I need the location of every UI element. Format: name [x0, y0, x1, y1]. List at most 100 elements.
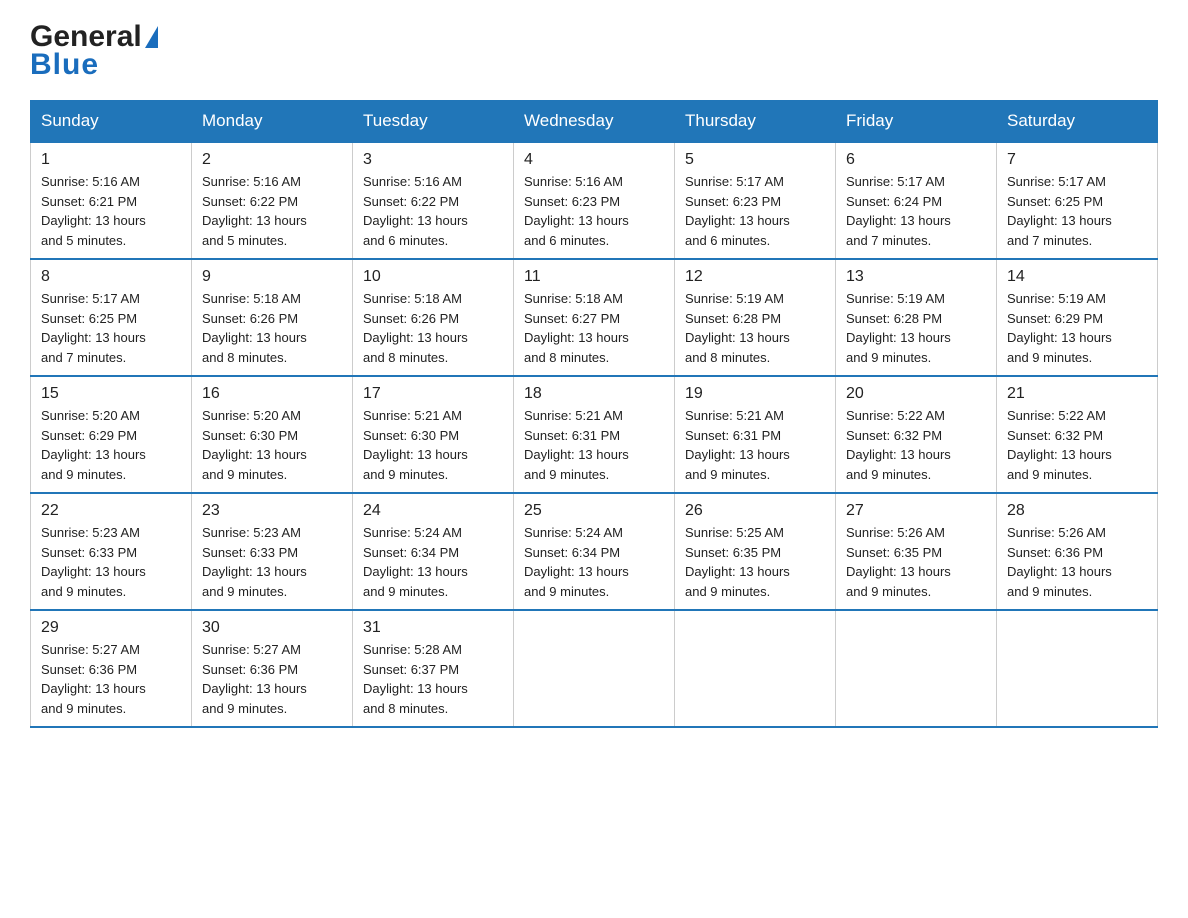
calendar-cell: 28 Sunrise: 5:26 AM Sunset: 6:36 PM Dayl… — [997, 493, 1158, 610]
day-info: Sunrise: 5:21 AM Sunset: 6:31 PM Dayligh… — [524, 406, 664, 484]
day-number: 15 — [41, 385, 181, 403]
day-info: Sunrise: 5:20 AM Sunset: 6:29 PM Dayligh… — [41, 406, 181, 484]
calendar-cell: 29 Sunrise: 5:27 AM Sunset: 6:36 PM Dayl… — [31, 610, 192, 727]
header-thursday: Thursday — [675, 101, 836, 143]
day-number: 3 — [363, 151, 503, 169]
day-info: Sunrise: 5:22 AM Sunset: 6:32 PM Dayligh… — [1007, 406, 1147, 484]
calendar-cell: 25 Sunrise: 5:24 AM Sunset: 6:34 PM Dayl… — [514, 493, 675, 610]
day-number: 10 — [363, 268, 503, 286]
logo-blue-text: Blue — [30, 48, 99, 82]
day-info: Sunrise: 5:27 AM Sunset: 6:36 PM Dayligh… — [41, 640, 181, 718]
calendar-cell — [514, 610, 675, 727]
calendar-cell: 15 Sunrise: 5:20 AM Sunset: 6:29 PM Dayl… — [31, 376, 192, 493]
calendar-cell — [997, 610, 1158, 727]
calendar-cell: 24 Sunrise: 5:24 AM Sunset: 6:34 PM Dayl… — [353, 493, 514, 610]
day-info: Sunrise: 5:24 AM Sunset: 6:34 PM Dayligh… — [363, 523, 503, 601]
calendar-cell: 7 Sunrise: 5:17 AM Sunset: 6:25 PM Dayli… — [997, 142, 1158, 259]
calendar-cell: 19 Sunrise: 5:21 AM Sunset: 6:31 PM Dayl… — [675, 376, 836, 493]
day-info: Sunrise: 5:21 AM Sunset: 6:30 PM Dayligh… — [363, 406, 503, 484]
day-info: Sunrise: 5:20 AM Sunset: 6:30 PM Dayligh… — [202, 406, 342, 484]
day-number: 23 — [202, 502, 342, 520]
day-number: 4 — [524, 151, 664, 169]
header-wednesday: Wednesday — [514, 101, 675, 143]
day-info: Sunrise: 5:17 AM Sunset: 6:23 PM Dayligh… — [685, 172, 825, 250]
header-sunday: Sunday — [31, 101, 192, 143]
day-info: Sunrise: 5:26 AM Sunset: 6:36 PM Dayligh… — [1007, 523, 1147, 601]
calendar-week-row: 8 Sunrise: 5:17 AM Sunset: 6:25 PM Dayli… — [31, 259, 1158, 376]
day-info: Sunrise: 5:17 AM Sunset: 6:25 PM Dayligh… — [41, 289, 181, 367]
day-number: 12 — [685, 268, 825, 286]
calendar-cell: 9 Sunrise: 5:18 AM Sunset: 6:26 PM Dayli… — [192, 259, 353, 376]
day-info: Sunrise: 5:16 AM Sunset: 6:22 PM Dayligh… — [363, 172, 503, 250]
day-number: 7 — [1007, 151, 1147, 169]
calendar-cell: 11 Sunrise: 5:18 AM Sunset: 6:27 PM Dayl… — [514, 259, 675, 376]
calendar-header-row: SundayMondayTuesdayWednesdayThursdayFrid… — [31, 101, 1158, 143]
day-number: 9 — [202, 268, 342, 286]
day-number: 20 — [846, 385, 986, 403]
day-number: 18 — [524, 385, 664, 403]
day-number: 11 — [524, 268, 664, 286]
calendar-week-row: 1 Sunrise: 5:16 AM Sunset: 6:21 PM Dayli… — [31, 142, 1158, 259]
calendar-cell: 1 Sunrise: 5:16 AM Sunset: 6:21 PM Dayli… — [31, 142, 192, 259]
day-info: Sunrise: 5:28 AM Sunset: 6:37 PM Dayligh… — [363, 640, 503, 718]
day-number: 21 — [1007, 385, 1147, 403]
calendar-cell: 31 Sunrise: 5:28 AM Sunset: 6:37 PM Dayl… — [353, 610, 514, 727]
calendar-cell: 18 Sunrise: 5:21 AM Sunset: 6:31 PM Dayl… — [514, 376, 675, 493]
calendar-cell: 13 Sunrise: 5:19 AM Sunset: 6:28 PM Dayl… — [836, 259, 997, 376]
day-number: 17 — [363, 385, 503, 403]
day-number: 30 — [202, 619, 342, 637]
day-number: 26 — [685, 502, 825, 520]
day-number: 31 — [363, 619, 503, 637]
calendar-cell: 5 Sunrise: 5:17 AM Sunset: 6:23 PM Dayli… — [675, 142, 836, 259]
calendar-cell: 30 Sunrise: 5:27 AM Sunset: 6:36 PM Dayl… — [192, 610, 353, 727]
day-info: Sunrise: 5:16 AM Sunset: 6:23 PM Dayligh… — [524, 172, 664, 250]
day-number: 29 — [41, 619, 181, 637]
day-info: Sunrise: 5:19 AM Sunset: 6:28 PM Dayligh… — [846, 289, 986, 367]
calendar-cell: 8 Sunrise: 5:17 AM Sunset: 6:25 PM Dayli… — [31, 259, 192, 376]
day-number: 19 — [685, 385, 825, 403]
day-info: Sunrise: 5:16 AM Sunset: 6:21 PM Dayligh… — [41, 172, 181, 250]
calendar-cell: 22 Sunrise: 5:23 AM Sunset: 6:33 PM Dayl… — [31, 493, 192, 610]
day-info: Sunrise: 5:22 AM Sunset: 6:32 PM Dayligh… — [846, 406, 986, 484]
calendar-cell: 14 Sunrise: 5:19 AM Sunset: 6:29 PM Dayl… — [997, 259, 1158, 376]
calendar-cell: 3 Sunrise: 5:16 AM Sunset: 6:22 PM Dayli… — [353, 142, 514, 259]
day-info: Sunrise: 5:21 AM Sunset: 6:31 PM Dayligh… — [685, 406, 825, 484]
logo: General Blue — [30, 20, 158, 82]
calendar-cell: 21 Sunrise: 5:22 AM Sunset: 6:32 PM Dayl… — [997, 376, 1158, 493]
day-info: Sunrise: 5:27 AM Sunset: 6:36 PM Dayligh… — [202, 640, 342, 718]
day-info: Sunrise: 5:26 AM Sunset: 6:35 PM Dayligh… — [846, 523, 986, 601]
logo-triangle-icon — [145, 26, 158, 48]
day-info: Sunrise: 5:16 AM Sunset: 6:22 PM Dayligh… — [202, 172, 342, 250]
day-info: Sunrise: 5:25 AM Sunset: 6:35 PM Dayligh… — [685, 523, 825, 601]
header-tuesday: Tuesday — [353, 101, 514, 143]
day-number: 5 — [685, 151, 825, 169]
calendar-cell — [675, 610, 836, 727]
day-number: 8 — [41, 268, 181, 286]
calendar-cell: 10 Sunrise: 5:18 AM Sunset: 6:26 PM Dayl… — [353, 259, 514, 376]
day-info: Sunrise: 5:17 AM Sunset: 6:24 PM Dayligh… — [846, 172, 986, 250]
day-number: 13 — [846, 268, 986, 286]
day-number: 1 — [41, 151, 181, 169]
day-number: 16 — [202, 385, 342, 403]
calendar-cell: 16 Sunrise: 5:20 AM Sunset: 6:30 PM Dayl… — [192, 376, 353, 493]
day-info: Sunrise: 5:24 AM Sunset: 6:34 PM Dayligh… — [524, 523, 664, 601]
calendar-cell: 20 Sunrise: 5:22 AM Sunset: 6:32 PM Dayl… — [836, 376, 997, 493]
header-saturday: Saturday — [997, 101, 1158, 143]
day-info: Sunrise: 5:23 AM Sunset: 6:33 PM Dayligh… — [41, 523, 181, 601]
calendar-cell: 27 Sunrise: 5:26 AM Sunset: 6:35 PM Dayl… — [836, 493, 997, 610]
day-number: 27 — [846, 502, 986, 520]
day-info: Sunrise: 5:18 AM Sunset: 6:26 PM Dayligh… — [363, 289, 503, 367]
calendar-cell: 4 Sunrise: 5:16 AM Sunset: 6:23 PM Dayli… — [514, 142, 675, 259]
calendar-cell: 2 Sunrise: 5:16 AM Sunset: 6:22 PM Dayli… — [192, 142, 353, 259]
day-number: 22 — [41, 502, 181, 520]
header-friday: Friday — [836, 101, 997, 143]
calendar-cell: 6 Sunrise: 5:17 AM Sunset: 6:24 PM Dayli… — [836, 142, 997, 259]
day-number: 2 — [202, 151, 342, 169]
header-monday: Monday — [192, 101, 353, 143]
calendar-week-row: 22 Sunrise: 5:23 AM Sunset: 6:33 PM Dayl… — [31, 493, 1158, 610]
day-info: Sunrise: 5:18 AM Sunset: 6:27 PM Dayligh… — [524, 289, 664, 367]
calendar-cell: 17 Sunrise: 5:21 AM Sunset: 6:30 PM Dayl… — [353, 376, 514, 493]
day-info: Sunrise: 5:18 AM Sunset: 6:26 PM Dayligh… — [202, 289, 342, 367]
day-number: 14 — [1007, 268, 1147, 286]
day-number: 24 — [363, 502, 503, 520]
